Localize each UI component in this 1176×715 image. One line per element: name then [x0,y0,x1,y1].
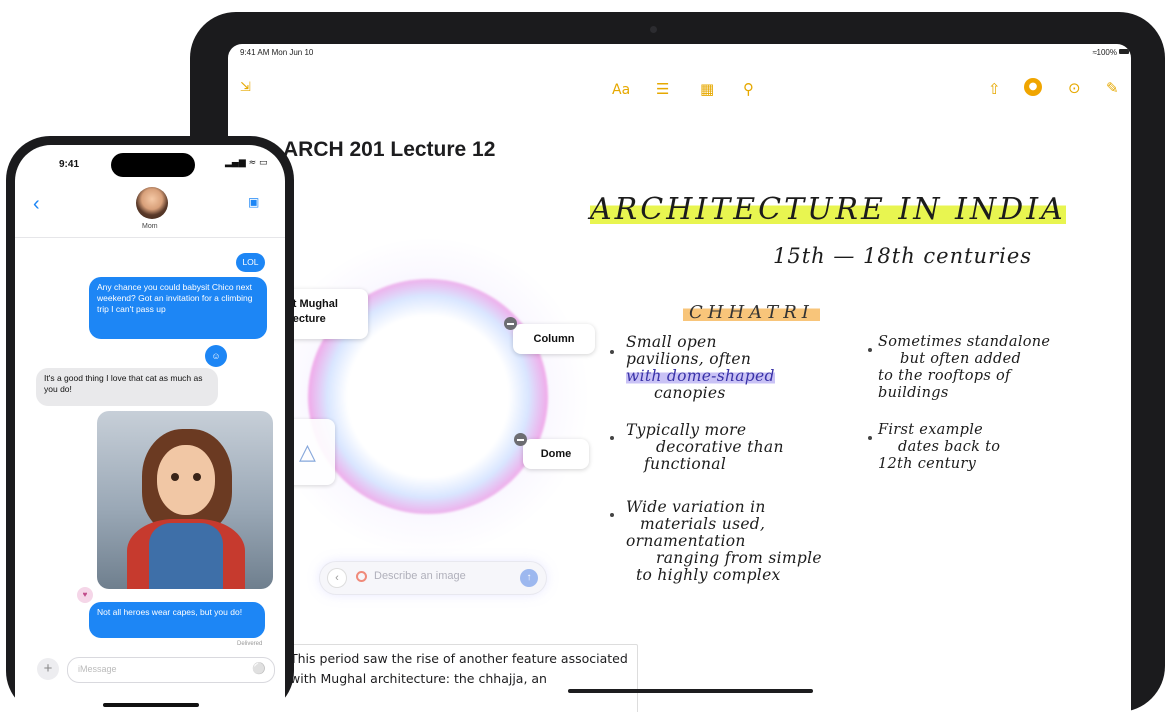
image-eye [171,473,179,481]
share-icon[interactable]: ⇧ [988,80,1001,98]
contact-avatar[interactable] [136,187,168,219]
table-icon[interactable]: ▦ [700,80,714,98]
sticker-reaction-icon: ☺ [205,345,227,367]
message-input-placeholder: iMessage [78,664,117,674]
topic-text: CHHATRI [683,302,820,323]
bullet-line: materials used, [640,515,766,533]
bullet-line: canopies [654,384,726,402]
text-format-button[interactable]: Aa [612,82,630,98]
more-icon[interactable]: ⊙ [1068,79,1081,97]
suggestion-card-dome[interactable]: Dome [523,439,589,469]
checklist-icon[interactable]: ☰ [656,80,669,98]
typed-note-text[interactable]: This period saw the rise of another feat… [283,644,638,712]
bullet-right-1: Sometimes standalone but often added to … [878,334,1050,402]
bullet-line: to highly complex [636,566,781,584]
heading-text: ARCHITECTURE IN INDIA [590,192,1066,227]
notes-app-screen: 9:41 AM Mon Jun 10 ≈ 100% ⇲ Aa ☰ ▦ ⚲ ⇧ ●… [228,44,1131,712]
image-wand-icon [356,571,367,582]
bullet-left-1: Small open pavilions, often with dome-sh… [626,334,775,402]
bullet-line: pavilions, often [626,350,752,368]
suggestion-card-column[interactable]: Column [513,324,595,354]
bullet-dot [610,350,614,354]
bullet-line: functional [644,455,727,473]
collaborate-icon[interactable]: ● [1024,78,1042,96]
battery-icon [1119,49,1129,54]
bullet-line: dates back to [898,439,1001,455]
image-suit [149,523,223,589]
image-eye [193,473,201,481]
remove-dome-icon[interactable] [514,433,527,446]
handwritten-subheading: 15th — 18th centuries [773,244,1033,268]
bullet-line: ornamentation [626,532,746,550]
bullet-dot [610,513,614,517]
delivered-status: Delivered [237,641,263,647]
collapse-icon[interactable]: ⇲ [240,80,251,95]
iphone-home-indicator [103,703,199,707]
describe-image-input[interactable]: Describe an image [374,570,466,582]
bullet-line: Sometimes standalone [878,334,1051,350]
bullet-line: Wide variation in [626,498,766,516]
bullet-line: 12th century [878,456,977,472]
compose-icon[interactable]: ✎ [1106,79,1119,97]
facetime-icon[interactable]: ▣ [248,195,259,209]
message-bubble-outgoing[interactable]: LOL [236,253,265,272]
bullet-line: decorative than [656,438,784,456]
bullet-line: First example [878,422,984,438]
status-time-date: 9:41 AM Mon Jun 10 [240,48,314,57]
attachment-icon[interactable]: ⚲ [743,80,754,98]
signal-wifi-battery-icon: ▂▄▆ ≈ ▭ [225,158,268,168]
bullet-line: Typically more [626,421,747,439]
bullet-left-2: Typically more decorative than functiona… [626,422,784,473]
heart-tapback-icon: ♥ [77,587,93,603]
dynamic-island [111,153,195,177]
remove-column-icon[interactable] [504,317,517,330]
bullet-dot [610,436,614,440]
bullet-line: Small open [626,333,717,351]
phone-status-time: 9:41 [59,159,80,170]
plus-button[interactable]: + [37,658,59,680]
back-chevron-icon[interactable]: ‹ [328,569,346,587]
bullet-dot [868,348,872,352]
bullet-line-highlighted: with dome-shaped [626,367,775,385]
bullet-left-3: Wide variation in materials used, orname… [626,499,822,584]
front-camera [650,26,657,33]
header-divider [15,237,285,238]
bullet-line: ranging from simple [656,549,822,567]
message-input[interactable]: iMessage ⚪ [67,657,275,683]
superhero-image[interactable] [97,411,273,589]
note-title: ARCH 201 Lecture 12 [283,138,496,161]
message-bubble-outgoing[interactable]: Any chance you could babysit Chico next … [89,277,267,339]
ipad-home-indicator [568,689,813,693]
handwritten-heading: ARCHITECTURE IN INDIA [590,192,1066,227]
microphone-icon[interactable]: ⚪ [252,662,266,675]
message-bubble-outgoing[interactable]: Not all heroes wear capes, but you do! [89,602,265,638]
submit-arrow-icon[interactable]: ↑ [520,569,538,587]
message-bubble-incoming[interactable]: It's a good thing I love that cat as muc… [36,368,218,406]
handwritten-topic: CHHATRI [683,302,820,323]
messages-app-screen: 9:41 ▂▄▆ ≈ ▭ ‹ Mom ▣ LOL Any chance you … [15,145,285,715]
describe-image-bar[interactable]: ‹ Describe an image ↑ [320,562,546,594]
contact-name: Mom [142,223,158,230]
bullet-line: to the rooftops of [878,368,1011,384]
bullet-right-2: First example dates back to 12th century [878,422,1000,473]
iphone-device: 9:41 ▂▄▆ ≈ ▭ ‹ Mom ▣ LOL Any chance you … [6,136,294,715]
back-chevron-icon[interactable]: ‹ [33,193,40,216]
bullet-line: buildings [878,385,949,401]
bullet-line: but often added [900,351,1022,367]
ipad-device: 9:41 AM Mon Jun 10 ≈ 100% ⇲ Aa ☰ ▦ ⚲ ⇧ ●… [190,12,1165,712]
bullet-dot [868,436,872,440]
battery-percent: 100% [1096,48,1117,57]
image-face [157,445,215,515]
